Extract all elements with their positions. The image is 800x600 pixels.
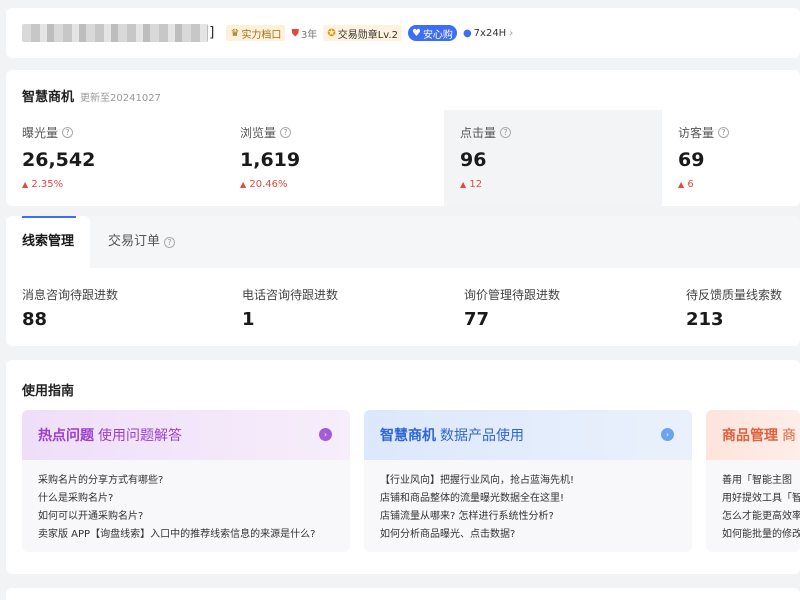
metric-delta: ▲ 12 — [460, 179, 483, 190]
metric-delta: ▲ 2.35% — [22, 179, 64, 190]
guide-link[interactable]: 卖家版 APP【询盘线索】入口中的推荐线索信息的来源是什么? — [38, 526, 334, 544]
help-icon[interactable]: ? — [718, 127, 730, 138]
heart-icon: ♥ — [411, 27, 421, 39]
guide-card-header[interactable]: 商品管理商 — [706, 410, 800, 460]
metric-value: 96 — [460, 149, 487, 171]
guide-link[interactable]: 用好提效工具「智 — [722, 490, 800, 508]
crown-icon: ♛ — [230, 27, 240, 39]
lead-quality-feedback[interactable]: 待反馈质量线索数 213 — [670, 286, 782, 330]
guide-card-smart-business[interactable]: 智慧商机 数据产品使用 › 【行业风向】把握行业风向，抢占蓝海先机! 店铺和商品整… — [364, 410, 692, 552]
badge-service-hours[interactable]: ● 7x24H › — [463, 25, 513, 41]
shop-name-blurred — [22, 24, 208, 42]
metric-visitors[interactable]: 访客量? 69 ▲ 6 — [662, 110, 800, 206]
guide-link[interactable]: 怎么才能更高效率 — [722, 508, 800, 526]
arrow-up-icon: ▲ — [22, 180, 29, 189]
chat-icon: ● — [462, 27, 472, 39]
next-section-card — [6, 588, 800, 600]
badge-strength[interactable]: ♛ 实力档口 — [226, 25, 286, 41]
guide-link[interactable]: 如何分析商品曝光、点击数据? — [380, 526, 676, 544]
arrow-up-icon: ▲ — [240, 180, 247, 189]
smart-business-metrics: 智慧商机 更新至20241027 曝光量? 26,542 ▲ 2.35% 浏览量?… — [6, 70, 800, 206]
help-icon[interactable]: ? — [164, 237, 176, 248]
badge-assured-purchase[interactable]: ♥ 安心购 — [407, 25, 457, 41]
guide-card-hot-questions[interactable]: 热点问题 使用问题解答 › 采购名片的分享方式有哪些? 什么是采购名片? 如何可以… — [22, 410, 350, 552]
chevron-right-icon: › — [509, 27, 514, 39]
arrow-right-icon[interactable]: › — [319, 428, 332, 441]
help-icon[interactable]: ? — [280, 127, 292, 138]
metrics-updated-date: 更新至20241027 — [80, 93, 161, 104]
guide-link[interactable]: 店铺和商品整体的流量曝光数据全在这里! — [380, 490, 676, 508]
lead-message-pending[interactable]: 消息咨询待跟进数 88 — [6, 286, 118, 330]
arrow-up-icon: ▲ — [678, 180, 685, 189]
metric-exposure[interactable]: 曝光量? 26,542 ▲ 2.35% — [6, 110, 224, 206]
help-icon[interactable]: ? — [62, 127, 74, 138]
help-icon[interactable]: ? — [500, 127, 512, 138]
guide-link[interactable]: 店铺流量从哪来? 怎样进行系统性分析? — [380, 508, 676, 526]
usage-guide: 使用指南 热点问题 使用问题解答 › 采购名片的分享方式有哪些? 什么是采购名片?… — [6, 360, 800, 574]
badge-trade-medal[interactable]: ✪ 交易勋章Lv.2 — [323, 25, 402, 41]
medal-icon: ✪ — [327, 27, 336, 39]
lead-inquiry-pending[interactable]: 询价管理待跟进数 77 — [448, 286, 560, 330]
lead-tabs: 线索管理 交易订单? — [6, 216, 800, 268]
arrow-up-icon: ▲ — [460, 180, 467, 189]
lead-management-panel: 线索管理 交易订单? 消息咨询待跟进数 88 电话咨询待跟进数 1 询价管理待跟… — [6, 216, 800, 346]
metric-value: 69 — [678, 149, 705, 171]
lead-phone-pending[interactable]: 电话咨询待跟进数 1 — [226, 286, 338, 330]
metric-value: 1,619 — [240, 149, 301, 171]
metrics-title: 智慧商机 更新至20241027 — [22, 90, 161, 105]
guide-link[interactable]: 什么是采购名片? — [38, 490, 334, 508]
guide-card-header[interactable]: 智慧商机 数据产品使用 › — [364, 410, 692, 460]
metric-delta: ▲ 20.46% — [240, 179, 288, 190]
arrow-right-icon[interactable]: › — [661, 428, 674, 441]
guide-link[interactable]: 如何可以开通采购名片? — [38, 508, 334, 526]
metric-delta: ▲ 6 — [678, 179, 694, 190]
metric-clicks[interactable]: 点击量? 96 ▲ 12 — [444, 110, 662, 206]
guide-link[interactable]: 善用「智能主图 — [722, 472, 792, 490]
shield-icon: ⛊ — [291, 27, 299, 39]
guide-title: 使用指南 — [22, 384, 75, 399]
tab-lead-management[interactable]: 线索管理 — [6, 216, 91, 268]
guide-link[interactable]: 采购名片的分享方式有哪些? — [38, 472, 334, 490]
badge-years[interactable]: ⛊ 3年 — [291, 25, 317, 41]
tab-trade-orders[interactable]: 交易订单? — [92, 216, 191, 268]
guide-link[interactable]: 如何能批量的修改 — [722, 526, 800, 544]
guide-card-product-management[interactable]: 商品管理商 善用「智能主图 用好提效工具「智 怎么才能更高效率 如何能批量的修改 — [706, 410, 800, 552]
guide-link[interactable]: 【行业风向】把握行业风向，抢占蓝海先机! — [380, 472, 676, 490]
guide-card-header[interactable]: 热点问题 使用问题解答 › — [22, 410, 350, 460]
shop-header: ] ♛ 实力档口 ⛊ 3年 ✪ 交易勋章Lv.2 ♥ 安心购 ● 7x24H › — [6, 8, 800, 58]
metric-value: 26,542 — [22, 149, 96, 171]
metric-views[interactable]: 浏览量? 1,619 ▲ 20.46% — [224, 110, 444, 206]
shop-name-bracket: ] — [209, 25, 215, 41]
